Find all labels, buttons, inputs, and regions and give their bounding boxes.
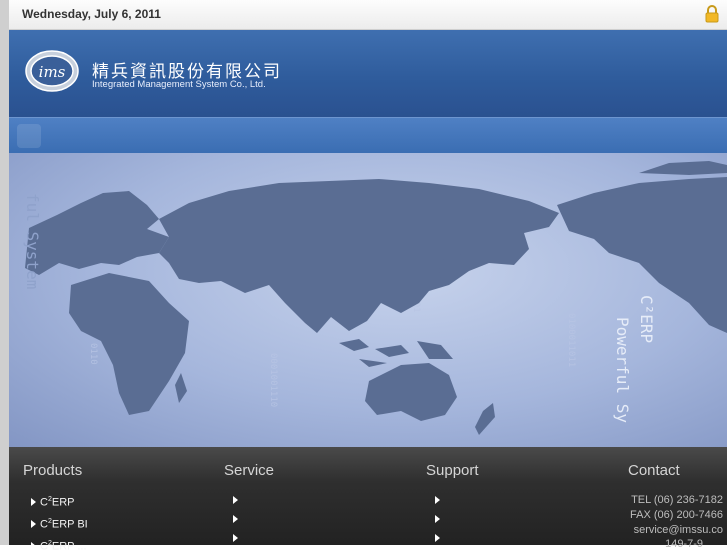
site-footer: Products Service Support Contact C2ERP C… [9, 447, 727, 553]
service-heading: Service [224, 462, 275, 479]
products-heading: Products [23, 462, 83, 479]
svg-text:0110: 0110 [88, 343, 98, 365]
support-link-1[interactable] [435, 496, 440, 504]
site-header: ims 精兵資訊股份有限公司 Integrated Management Sys… [9, 30, 727, 117]
contact-fax: FAX (06) 200-7466 [630, 509, 723, 521]
support-link-3[interactable] [435, 534, 440, 542]
service-link-1[interactable] [233, 496, 238, 504]
current-date: Wednesday, July 6, 2011 [22, 7, 161, 21]
service-link-2[interactable] [233, 515, 238, 523]
service-link-3[interactable] [233, 534, 238, 542]
logo-text: ims [39, 63, 66, 81]
banner-product-tag: C²ERP [637, 295, 656, 343]
world-map: 0001001110 01001001101 0100011011 0110 f… [23, 161, 727, 435]
top-bar: Wednesday, July 6, 2011 [9, 0, 727, 30]
lock-icon[interactable] [705, 5, 719, 23]
banner-side-text: ful System [23, 193, 42, 289]
world-map-banner: 0001001110 01001001101 0100011011 0110 f… [9, 153, 727, 447]
product-link-c2erp-bi[interactable]: C2ERP BI [31, 518, 88, 531]
main-nav-bar [9, 117, 727, 154]
company-logo[interactable]: ims [25, 50, 79, 92]
contact-email[interactable]: service@imssu.co [634, 524, 723, 536]
product-link-c2erp[interactable]: C2ERP [31, 496, 74, 509]
contact-tel: TEL (06) 236-7182 [631, 494, 723, 506]
banner-tagline: Powerful Sy [613, 317, 632, 423]
window-left-edge [0, 0, 9, 545]
contact-heading: Contact [628, 462, 680, 479]
company-name-english: Integrated Management System Co., Ltd. [92, 79, 266, 90]
product-link-c2erp-more[interactable]: C2ERP ... [31, 540, 87, 553]
svg-text:0100011011: 0100011011 [566, 313, 576, 367]
nav-home-tab[interactable] [17, 124, 41, 148]
support-link-2[interactable] [435, 515, 440, 523]
support-heading: Support [426, 462, 479, 479]
svg-text:0001001110: 0001001110 [268, 353, 278, 407]
contact-address: 149-7-9 [665, 538, 703, 550]
